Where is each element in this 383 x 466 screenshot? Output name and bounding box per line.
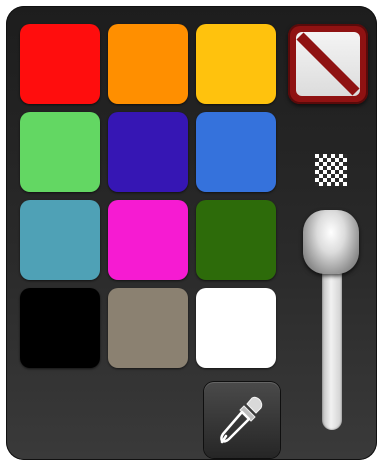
- color-swatch-red[interactable]: [20, 24, 100, 104]
- color-swatch-yellow[interactable]: [196, 24, 276, 104]
- no-color-icon: [296, 32, 360, 96]
- checkerboard-icon: [315, 154, 347, 186]
- color-picker-panel: [6, 6, 377, 460]
- color-swatch-dark-green[interactable]: [196, 200, 276, 280]
- color-swatch-white[interactable]: [196, 288, 276, 368]
- color-swatch-orange[interactable]: [108, 24, 188, 104]
- no-color-swatch[interactable]: [288, 24, 368, 104]
- color-swatch-indigo[interactable]: [108, 112, 188, 192]
- opacity-slider-knob[interactable]: [303, 210, 359, 274]
- eyedropper-icon: [220, 396, 263, 444]
- color-swatch-magenta[interactable]: [108, 200, 188, 280]
- color-swatch-teal[interactable]: [20, 200, 100, 280]
- color-swatch-taupe[interactable]: [108, 288, 188, 368]
- eyedropper-button[interactable]: [204, 382, 280, 458]
- color-swatch-blue[interactable]: [196, 112, 276, 192]
- swatch-grid: [20, 24, 284, 374]
- color-swatch-black[interactable]: [20, 288, 100, 368]
- color-swatch-green[interactable]: [20, 112, 100, 192]
